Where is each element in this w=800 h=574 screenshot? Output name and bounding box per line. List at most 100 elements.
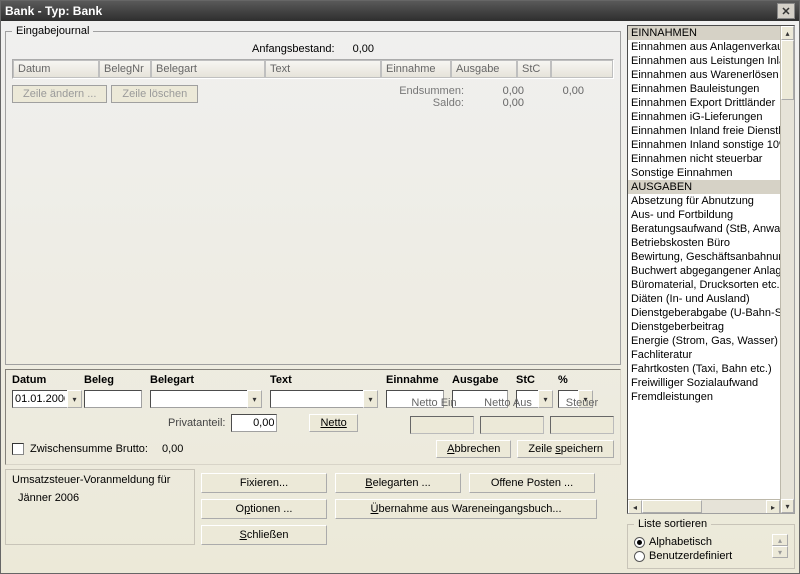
sort-alpha-radio[interactable]: Alphabetisch xyxy=(634,536,772,548)
category-item[interactable]: Einnahmen aus Warenerlösen xyxy=(628,68,780,82)
lbl-beleg: Beleg xyxy=(84,374,114,386)
journal-group: Eingabejournal Anfangsbestand: 0,00 Datu… xyxy=(5,25,621,365)
text-combo[interactable]: ▾ xyxy=(270,390,386,408)
category-item[interactable]: Beratungsaufwand (StB, Anwalt) xyxy=(628,222,780,236)
col-blank[interactable] xyxy=(551,60,613,77)
belegarten-button[interactable]: Belegarten ... xyxy=(335,473,461,493)
schliessen-button[interactable]: Schließen xyxy=(201,525,327,545)
category-item[interactable]: Aus- und Fortbildung xyxy=(628,208,780,222)
category-item[interactable]: Sonstige Einnahmen xyxy=(628,166,780,180)
scroll-down-icon[interactable]: ▾ xyxy=(781,499,794,513)
category-item[interactable]: Buchwert abgegangener Anlagen xyxy=(628,264,780,278)
client-area: Eingabejournal Anfangsbestand: 0,00 Datu… xyxy=(1,21,799,573)
category-item[interactable]: Energie (Strom, Gas, Wasser) xyxy=(628,334,780,348)
netto-button[interactable]: Netto xyxy=(309,414,357,432)
category-item[interactable]: Bewirtung, Geschäftsanbahnung xyxy=(628,250,780,264)
belegart-combo[interactable]: ▾ xyxy=(150,390,270,408)
entry-panel: Datum Beleg Belegart Text Einnahme Ausga… xyxy=(5,369,621,465)
lbl-text: Text xyxy=(270,374,292,386)
col-text[interactable]: Text xyxy=(265,60,381,77)
category-item[interactable]: Betriebskosten Büro xyxy=(628,236,780,250)
col-stc[interactable]: StC xyxy=(517,60,551,77)
scroll-thumb[interactable] xyxy=(781,40,794,100)
col-belegnr[interactable]: BelegNr xyxy=(99,60,151,77)
sums-ausgabe: 0,00 xyxy=(524,85,584,109)
category-item[interactable]: Einnahmen aus Leistungen Inland xyxy=(628,54,780,68)
chevron-down-icon[interactable]: ▾ xyxy=(67,390,82,408)
offene-posten-button[interactable]: Offene Posten ... xyxy=(469,473,595,493)
privatanteil-label: Privatanteil: xyxy=(168,417,225,429)
category-item[interactable]: Einnahmen Inland freie Dienstleistung xyxy=(628,124,780,138)
netto-ein-field xyxy=(410,416,474,434)
journal-grid[interactable]: Datum BelegNr Belegart Text Einnahme Aus… xyxy=(12,59,614,79)
close-icon: ✕ xyxy=(781,5,790,18)
category-item[interactable]: Einnahmen Inland sonstige 10% xyxy=(628,138,780,152)
category-header: EINNAHMEN xyxy=(628,26,780,40)
category-item[interactable]: Fahrtkosten (Taxi, Bahn etc.) xyxy=(628,362,780,376)
lbl-pct: % xyxy=(558,374,568,386)
titlebar: Bank - Typ: Bank ✕ xyxy=(1,1,799,21)
category-item[interactable]: Freiwilliger Sozialaufwand xyxy=(628,376,780,390)
save-row-button[interactable]: Zeile speichern xyxy=(517,440,614,458)
category-item[interactable]: Einnahmen Export Drittländer xyxy=(628,96,780,110)
delete-row-button[interactable]: Zeile löschen xyxy=(111,85,198,103)
cancel-button[interactable]: Abbrechen xyxy=(436,440,511,458)
lbl-netto-ein: Netto Ein xyxy=(402,397,466,409)
anfangsbestand-label: Anfangsbestand: xyxy=(252,43,335,55)
category-item[interactable]: Dienstgeberabgabe (U-Bahn-Steuer) xyxy=(628,306,780,320)
zwischensumme-label: Zwischensumme Brutto: xyxy=(30,443,148,455)
window: Bank - Typ: Bank ✕ Eingabejournal Anfang… xyxy=(0,0,800,574)
sort-legend: Liste sortieren xyxy=(634,518,711,530)
netto-aus-field xyxy=(480,416,544,434)
steuer-field xyxy=(550,416,614,434)
fixieren-button[interactable]: Fixieren... xyxy=(201,473,327,493)
sort-up-icon[interactable]: ▴ xyxy=(772,534,788,546)
lbl-steuer: Steuer xyxy=(550,397,614,409)
lbl-datum: Datum xyxy=(12,374,46,386)
category-list[interactable]: EINNAHMENEinnahmen aus AnlagenverkaufEin… xyxy=(627,25,795,514)
lbl-ausgabe: Ausgabe xyxy=(452,374,498,386)
beleg-input[interactable] xyxy=(84,390,142,408)
uebernahme-button[interactable]: Übernahme aus Wareneingangsbuch... xyxy=(335,499,597,519)
lbl-einnahme: Einnahme xyxy=(386,374,439,386)
category-item[interactable]: Dienstgeberbeitrag xyxy=(628,320,780,334)
lbl-netto-aus: Netto Aus xyxy=(476,397,540,409)
category-item[interactable]: Einnahmen iG-Lieferungen xyxy=(628,110,780,124)
category-item[interactable]: Fachliteratur xyxy=(628,348,780,362)
sort-updown[interactable]: ▴ ▾ xyxy=(772,534,788,564)
grid-header: Datum BelegNr Belegart Text Einnahme Aus… xyxy=(13,60,613,78)
edit-row-button[interactable]: Zeile ändern ... xyxy=(12,85,107,103)
horizontal-scrollbar[interactable]: ◂ ▸ xyxy=(628,499,780,513)
col-belegart[interactable]: Belegart xyxy=(151,60,265,77)
category-item[interactable]: Einnahmen nicht steuerbar xyxy=(628,152,780,166)
sort-down-icon[interactable]: ▾ xyxy=(772,546,788,558)
scroll-up-icon[interactable]: ▴ xyxy=(781,26,794,40)
col-datum[interactable]: Datum xyxy=(13,60,99,77)
chevron-down-icon[interactable]: ▾ xyxy=(247,390,262,408)
col-einnahme[interactable]: Einnahme xyxy=(381,60,451,77)
zwischensumme-checkbox[interactable] xyxy=(12,443,24,455)
lbl-belegart: Belegart xyxy=(150,374,194,386)
category-item[interactable]: Einnahmen Bauleistungen xyxy=(628,82,780,96)
optionen-button[interactable]: Optionen ... xyxy=(201,499,327,519)
vertical-scrollbar[interactable]: ▴ ▾ xyxy=(780,26,794,513)
sort-user-radio[interactable]: Benutzerdefiniert xyxy=(634,550,772,562)
scroll-left-icon[interactable]: ◂ xyxy=(628,500,642,514)
chevron-down-icon[interactable]: ▾ xyxy=(363,390,378,408)
scroll-right-icon[interactable]: ▸ xyxy=(766,500,780,514)
sort-group: Liste sortieren Alphabetisch Benutzerdef… xyxy=(627,518,795,569)
category-item[interactable]: Absetzung für Abnutzung xyxy=(628,194,780,208)
category-item[interactable]: Diäten (In- und Ausland) xyxy=(628,292,780,306)
category-header: AUSGABEN xyxy=(628,180,780,194)
datum-input[interactable]: ▾ xyxy=(12,390,84,408)
lbl-stc: StC xyxy=(516,374,535,386)
anfangsbestand-value: 0,00 xyxy=(353,43,374,55)
category-item[interactable]: Einnahmen aus Anlagenverkauf xyxy=(628,40,780,54)
category-item[interactable]: Büromaterial, Drucksorten etc. xyxy=(628,278,780,292)
category-item[interactable]: Fremdleistungen xyxy=(628,390,780,404)
privatanteil-input[interactable] xyxy=(231,414,277,432)
close-button[interactable]: ✕ xyxy=(777,3,795,19)
hscroll-thumb[interactable] xyxy=(642,500,702,513)
journal-legend: Eingabejournal xyxy=(12,25,93,37)
col-ausgabe[interactable]: Ausgabe xyxy=(451,60,517,77)
